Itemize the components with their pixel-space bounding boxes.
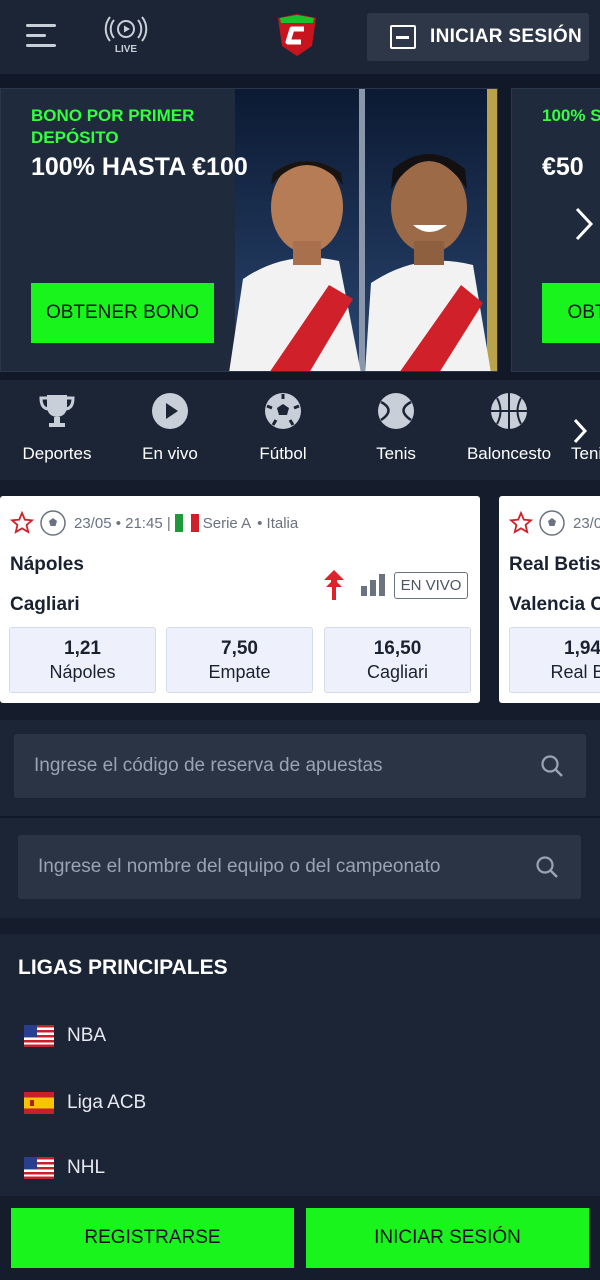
promo-banner[interactable]: BONO POR PRIMER DEPÓSITO 100% HASTA €100… [0, 88, 498, 372]
sport-item-en-vivo[interactable]: En vivo [119, 380, 221, 480]
search-icon[interactable] [540, 754, 564, 778]
away-team: Valencia Cl [509, 594, 600, 615]
odd-button-home[interactable]: 1,21 Nápoles [9, 627, 156, 693]
odd-value: 16,50 [373, 638, 422, 659]
match-meta: 23/05 • 21:45 | Serie A • Italia [10, 510, 298, 536]
home-team: Nápoles [10, 554, 84, 575]
promo-headline: 100% HASTA €100 [31, 153, 248, 181]
league-item-nhl[interactable]: NHL [24, 1151, 105, 1185]
usa-flag-icon [24, 1157, 54, 1179]
key-icon [390, 25, 416, 49]
team-search-placeholder: Ingrese el nombre del equipo o del campe… [38, 856, 441, 877]
booking-code-section: Ingrese el código de reserva de apuestas [0, 720, 600, 816]
star-icon[interactable] [10, 511, 34, 535]
odd-label: Empate [208, 662, 271, 682]
trophy-icon [39, 395, 75, 427]
odd-value: 1,94 [564, 638, 600, 659]
booking-code-input[interactable]: Ingrese el código de reserva de apuestas [14, 734, 586, 798]
away-team: Cagliari [10, 594, 80, 615]
sport-label: Tenis [571, 444, 600, 463]
brand-logo[interactable] [272, 12, 322, 58]
promo-headline: €50 [542, 153, 584, 181]
promo-carousel: BONO POR PRIMER DEPÓSITO 100% HASTA €100… [0, 74, 600, 380]
trending-up-icon [324, 570, 344, 600]
leagues-title: LIGAS PRINCIPALES [18, 956, 228, 979]
obtain-bonus-button[interactable]: OBTENER BONO [31, 283, 214, 343]
header-login-button[interactable]: INICIAR SESIÓN [367, 13, 589, 61]
sport-item-tenis[interactable]: Tenis [345, 380, 447, 480]
match-card[interactable]: 23/05 • 21:45 | Serie A • Italia Nápoles… [0, 496, 480, 703]
odd-button-away[interactable]: 16,50 Cagliari [324, 627, 471, 693]
obtain-bonus-button[interactable]: OBT [542, 283, 600, 343]
top-header: LIVE INICIAR SESIÓN [0, 0, 600, 74]
sport-item-deportes[interactable]: Deportes [6, 380, 108, 480]
search-icon[interactable] [535, 855, 559, 879]
sport-label: Baloncesto [466, 444, 552, 463]
league-item-nba[interactable]: NBA [24, 1019, 106, 1053]
match-datetime: 23/0 [573, 514, 600, 532]
match-card[interactable]: 23/0 Real Betis Valencia Cl 1,94 Real Be [499, 496, 600, 703]
sport-label: Tenis [376, 444, 416, 463]
star-icon[interactable] [509, 511, 533, 535]
odd-button-home[interactable]: 1,94 Real Be [509, 627, 600, 693]
header-login-label: INICIAR SESIÓN [430, 26, 582, 47]
home-team: Real Betis [509, 554, 600, 575]
featured-matches: 23/05 • 21:45 | Serie A • Italia Nápoles… [0, 480, 600, 720]
odd-label: Cagliari [366, 662, 429, 682]
menu-icon[interactable] [26, 24, 56, 48]
odd-button-draw[interactable]: 7,50 Empate [166, 627, 313, 693]
odd-value: 1,21 [64, 638, 101, 659]
match-country: • Italia [257, 514, 299, 532]
register-button[interactable]: REGISTRARSE [11, 1208, 294, 1268]
league-name: NBA [67, 1025, 107, 1046]
chevron-right-icon[interactable] [574, 206, 594, 242]
promo-eyebrow: BONO POR PRIMER DEPÓSITO [31, 106, 195, 147]
odd-label: Nápoles [49, 662, 116, 682]
soccer-ball-icon [40, 510, 66, 536]
team-search-section: Ingrese el nombre del equipo o del campe… [0, 816, 600, 918]
stats-icon[interactable] [360, 574, 386, 596]
promo-eyebrow: 100% SI [542, 106, 600, 125]
live-broadcast-icon [104, 16, 148, 42]
match-league: Serie A [202, 514, 252, 532]
basketball-icon [491, 393, 527, 429]
league-name: NHL [67, 1157, 106, 1178]
live-button[interactable]: LIVE [104, 16, 148, 56]
sport-label: Deportes [22, 444, 92, 463]
team-search-input[interactable]: Ingrese el nombre del equipo o del campe… [18, 835, 581, 899]
odd-value: 7,50 [221, 638, 258, 659]
soccer-ball-icon [539, 510, 565, 536]
live-status-badge: EN VIVO [394, 572, 468, 599]
sport-label: Fútbol [259, 444, 307, 463]
chevron-right-icon[interactable] [572, 418, 588, 444]
match-datetime: 23/05 • 21:45 | [74, 514, 171, 532]
bottom-login-button[interactable]: INICIAR SESIÓN [306, 1208, 589, 1268]
players-image [229, 89, 497, 371]
play-icon [152, 393, 188, 429]
sport-item-baloncesto[interactable]: Baloncesto [458, 380, 560, 480]
league-item-liga-acb[interactable]: Liga ACB [24, 1086, 146, 1120]
match-meta: 23/0 [509, 510, 600, 536]
italy-flag-icon [174, 514, 199, 532]
usa-flag-icon [24, 1025, 54, 1047]
spain-flag-icon [24, 1092, 54, 1114]
booking-code-placeholder: Ingrese el código de reserva de apuestas [34, 755, 383, 776]
league-name: Liga ACB [67, 1092, 147, 1113]
sport-label: En vivo [142, 444, 198, 463]
sport-item-futbol[interactable]: Fútbol [232, 380, 334, 480]
live-label: LIVE [114, 44, 138, 55]
tennis-ball-icon [378, 393, 414, 429]
odd-label: Real Be [550, 662, 600, 682]
bottom-action-bar: REGISTRARSE INICIAR SESIÓN [0, 1196, 600, 1280]
soccer-ball-icon [265, 393, 301, 429]
sports-nav: Deportes En vivo Fútbol Tenis Baloncesto [0, 380, 600, 480]
